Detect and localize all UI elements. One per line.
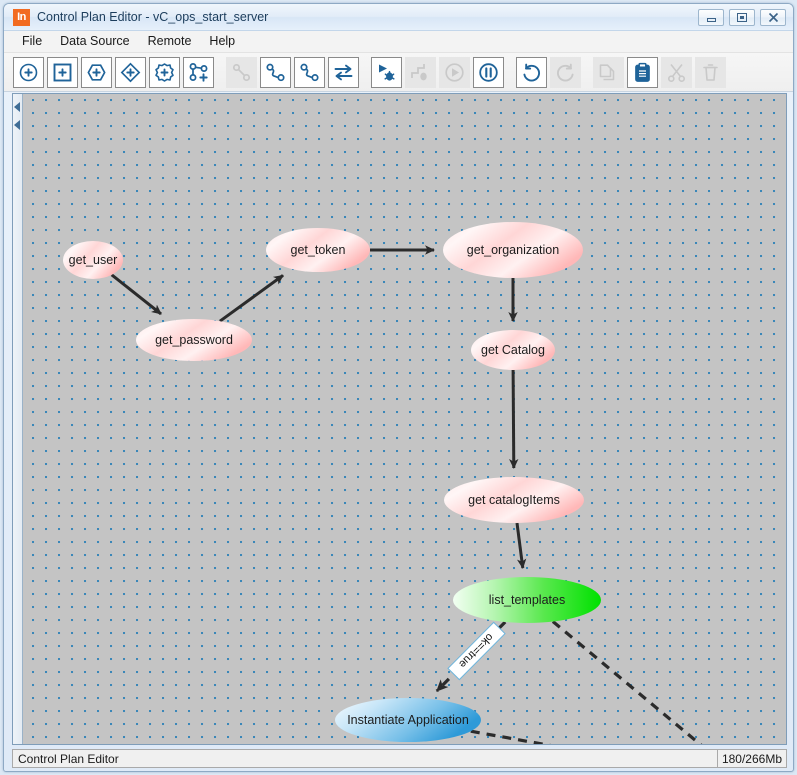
maximize-icon [730, 10, 754, 25]
reverse-edge-button[interactable] [328, 56, 359, 88]
title-bar: In Control Plan Editor - vC_ops_start_se… [4, 4, 793, 31]
menu-file[interactable]: File [13, 32, 51, 51]
cut-scissors-icon [666, 62, 687, 83]
graph-node-get_catalog[interactable]: get Catalog [471, 330, 555, 370]
add-node-diamond-icon [120, 62, 141, 83]
edge-curved-icon [265, 62, 286, 83]
paste-icon [632, 62, 653, 83]
add-node-hexagon-icon [86, 62, 107, 83]
graph-canvas[interactable]: get_user get_password get_token get_organiz… [12, 93, 787, 745]
menu-help[interactable]: Help [200, 32, 244, 51]
splitter-collapse-icon [14, 120, 20, 130]
status-message: Control Plan Editor [18, 751, 119, 766]
add-graph-node-icon [188, 62, 209, 83]
run-button [439, 56, 470, 88]
maximize-button[interactable] [729, 9, 755, 26]
copy-icon [598, 62, 619, 83]
edge-straight-icon [231, 62, 252, 83]
add-curved-edge-button[interactable] [260, 56, 291, 88]
graph-edge[interactable] [470, 729, 712, 745]
undo-button[interactable] [516, 56, 547, 88]
menu-remote[interactable]: Remote [139, 32, 201, 51]
close-button[interactable] [760, 9, 786, 26]
graph-drawing: get_user get_password get_token get_organiz… [63, 222, 719, 746]
step-debug-icon [410, 62, 431, 83]
node-layer: get_user get_password get_token get_organiz… [63, 222, 601, 742]
graph-node-get_organization[interactable]: get_organization [443, 222, 583, 278]
graph-node-instantiate_application[interactable]: Instantiate Application [335, 698, 481, 742]
window-title: Control Plan Editor - vC_ops_start_serve… [37, 10, 269, 24]
undo-icon [521, 62, 542, 83]
edge-label-layer: ok==true [447, 621, 506, 681]
add-branch-node-button[interactable] [115, 56, 146, 88]
graph-node-get_password[interactable]: get_password [136, 319, 252, 361]
add-task-node-button[interactable] [47, 56, 78, 88]
add-alt-edge-button[interactable] [294, 56, 325, 88]
pause-button[interactable] [473, 56, 504, 88]
delete-icon [700, 62, 721, 83]
graph-edge[interactable] [509, 369, 519, 469]
redo-button [550, 56, 581, 88]
copy-button [593, 56, 624, 88]
add-node-square-icon [52, 62, 73, 83]
add-node-circle-icon [18, 62, 39, 83]
run-debug-icon [376, 62, 397, 83]
memory-indicator: 180/266Mb [716, 750, 786, 767]
tool-bar [4, 53, 793, 92]
paste-button[interactable] [627, 56, 658, 88]
graph-edge[interactable] [551, 620, 719, 746]
app-logo-icon: In [13, 9, 30, 26]
close-icon [761, 10, 785, 25]
swap-arrows-icon [333, 62, 354, 83]
add-start-node-button[interactable] [13, 56, 44, 88]
minimize-icon [699, 10, 723, 25]
graph-edge[interactable] [515, 522, 527, 569]
status-bar: Control Plan Editor 180/266Mb [12, 749, 787, 768]
canvas-splitter-handle[interactable] [13, 94, 23, 744]
graph-edge[interactable] [110, 273, 162, 316]
graph-node-get_token[interactable]: get_token [266, 228, 370, 272]
cut-button [661, 56, 692, 88]
add-service-node-button[interactable] [149, 56, 180, 88]
application-window: In Control Plan Editor - vC_ops_start_se… [0, 0, 797, 775]
pause-icon [478, 62, 499, 83]
menu-data-source[interactable]: Data Source [51, 32, 138, 51]
edge-label[interactable]: ok==true [447, 621, 506, 681]
graph-node-get_user[interactable]: get_user [63, 241, 123, 279]
graph-edge[interactable] [219, 274, 284, 323]
delete-button [695, 56, 726, 88]
menu-bar: File Data Source Remote Help [4, 31, 793, 53]
redo-icon [555, 62, 576, 83]
splitter-expand-icon [14, 102, 20, 112]
play-icon [444, 62, 465, 83]
step-debug-button [405, 56, 436, 88]
minimize-button[interactable] [698, 9, 724, 26]
run-debug-button[interactable] [371, 56, 402, 88]
add-node-cloud-icon [154, 62, 175, 83]
edge-curved-alt-icon [299, 62, 320, 83]
main-window: In Control Plan Editor - vC_ops_start_se… [3, 3, 794, 772]
window-controls [698, 9, 786, 26]
add-subgraph-node-button[interactable] [183, 56, 214, 88]
graph-node-list_templates[interactable]: list_templates [453, 577, 601, 623]
add-straight-edge-button [226, 56, 257, 88]
add-decision-node-button[interactable] [81, 56, 112, 88]
edge-label-text: ok==true [456, 631, 495, 670]
graph-node-get_catalogitems[interactable]: get catalogItems [444, 477, 584, 523]
